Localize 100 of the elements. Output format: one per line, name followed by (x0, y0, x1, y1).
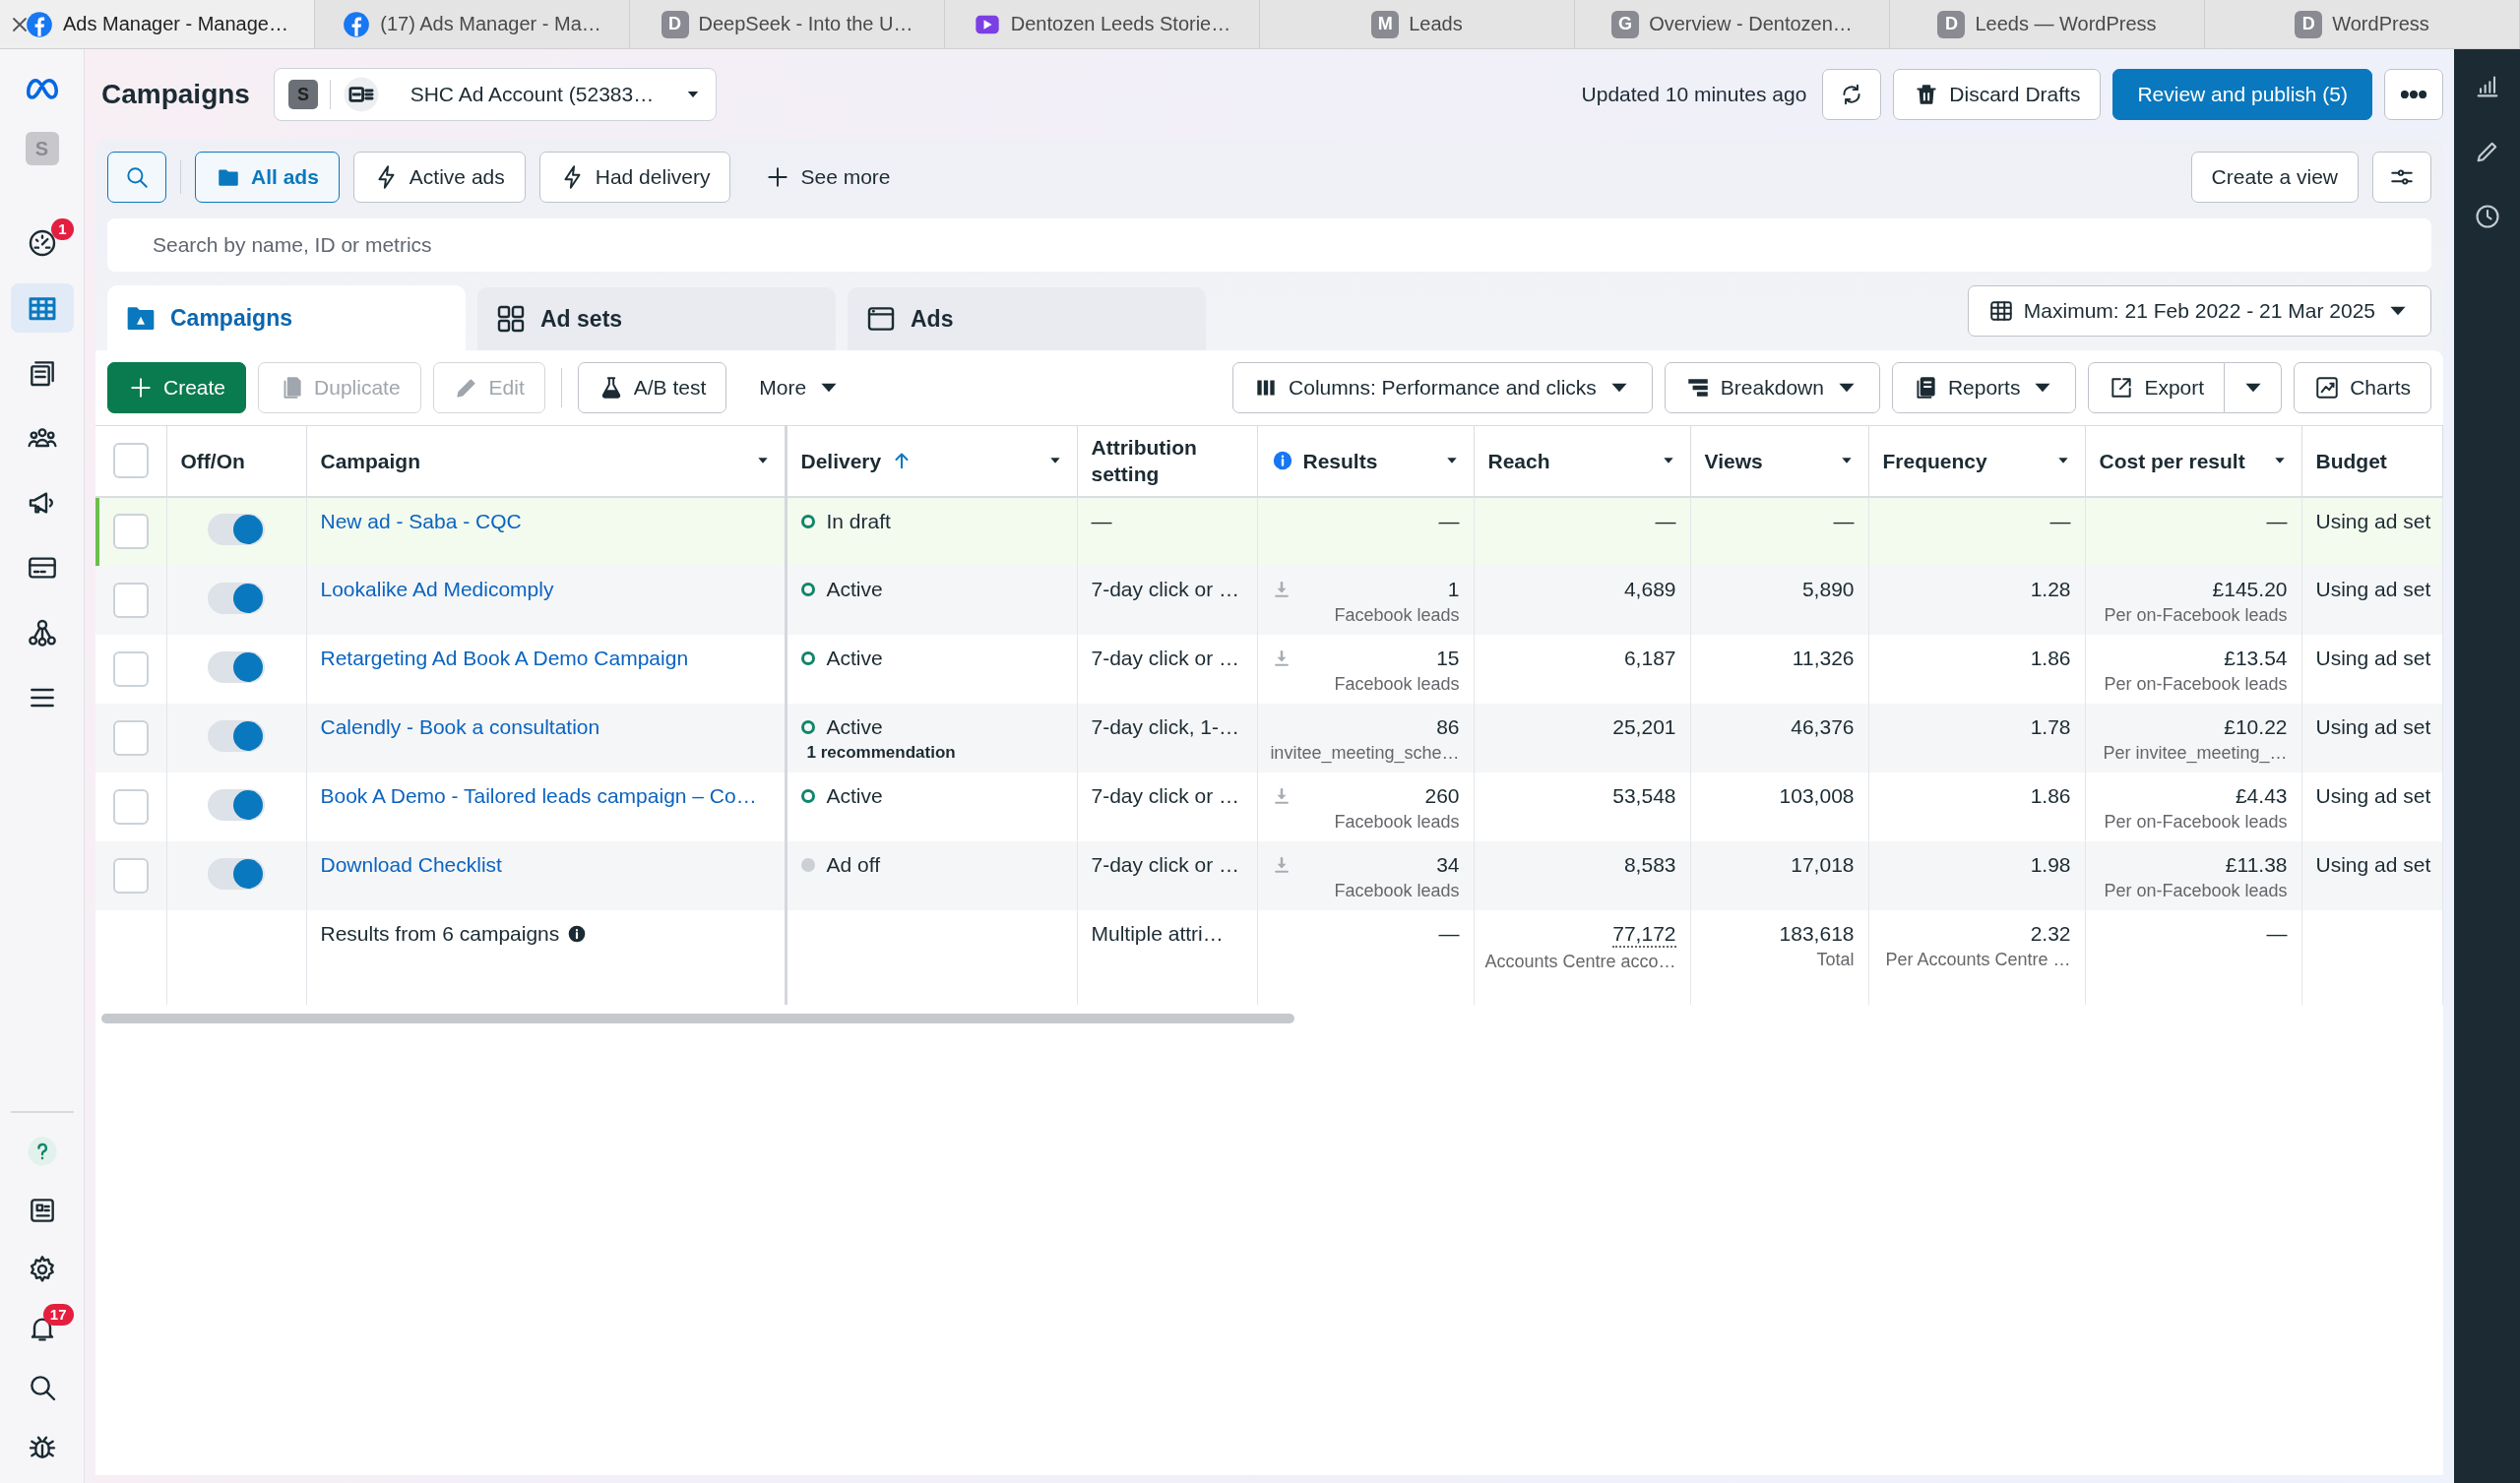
discard-button[interactable]: Discard Drafts (1893, 69, 2102, 120)
toggle-switch[interactable] (208, 514, 265, 545)
filter-settings-button[interactable] (2372, 152, 2431, 203)
cost-note: Per invitee_meeting_… (2103, 742, 2288, 764)
scrollbar-thumb[interactable] (101, 1013, 1294, 1023)
table-row[interactable]: Lookalike Ad Medicomply Active 7-day click or … 1 Facebook leads 4,689 5,890 1.28 £145.20 Per on-Facebook leads Using ad set (95, 565, 2443, 635)
account-selector[interactable]: S SHC Ad Account (52383… (273, 68, 717, 121)
checkbox[interactable] (112, 582, 149, 618)
campaign-link[interactable]: New ad - Saba - CQC (320, 509, 522, 532)
level-tab[interactable]: Ads (848, 287, 1206, 350)
cost-note: Per on-Facebook leads (2104, 811, 2288, 833)
cost-value: £4.43 (2235, 783, 2288, 808)
budget-text: Using ad set (2315, 646, 2431, 669)
chart-icon (2314, 375, 2341, 401)
attribution-text: 7-day click or … (1091, 852, 1240, 876)
sidebar-item[interactable]: 1 (10, 218, 74, 268)
results-note: Facebook leads (1334, 604, 1460, 626)
results-value: 1 (1447, 577, 1460, 601)
date-range-button[interactable]: Maximum: 21 Feb 2022 - 21 Mar 2025 (1967, 285, 2431, 337)
frequency-value: 1.78 (2030, 714, 2071, 739)
results-note: Facebook leads (1334, 673, 1460, 695)
cost-value: £10.22 (2224, 714, 2288, 739)
column-header[interactable]: Off/On (180, 447, 245, 474)
table-row[interactable]: Download Checklist Ad off 7-day click or … 34 Facebook leads 8,583 17,018 1.98 £11.38 Per on-Facebook leads Using ad set (95, 840, 2443, 910)
budget-text: Using ad set (2315, 577, 2431, 600)
publish-button[interactable]: Review and publish (5) (2112, 69, 2372, 120)
clock-icon[interactable] (2473, 203, 2501, 230)
browser-tab[interactable]: Ads Manager - Manage… (0, 0, 315, 48)
info-icon[interactable] (567, 923, 588, 944)
cost-note: Per on-Facebook leads (2104, 673, 2288, 695)
column-header[interactable]: Results (1302, 447, 1378, 474)
refresh-button[interactable] (1822, 69, 1882, 120)
search-field[interactable]: Search by name, ID or metrics (107, 218, 2431, 272)
delivery-status: In draft (826, 509, 891, 533)
results-value: 34 (1436, 852, 1460, 877)
help-icon (26, 1136, 58, 1167)
attribution-text: 7-day click or … (1091, 577, 1240, 600)
campaign-link[interactable]: Download Checklist (320, 852, 502, 876)
reach-value: 25,201 (1612, 714, 1676, 739)
toggle-switch[interactable] (208, 582, 265, 614)
campaign-link[interactable]: Book A Demo - Tailored leads campaign – Co… (320, 783, 757, 807)
ab-test-button[interactable]: A/B test (577, 362, 727, 413)
toggle-switch[interactable] (208, 650, 265, 683)
cost-value: £11.38 (2225, 852, 2288, 877)
reach-value: 77,172 (1612, 921, 1676, 948)
favicon-letter: D (2295, 10, 2323, 38)
campaign-link[interactable]: Retargeting Ad Book A Demo Campaign (320, 646, 689, 669)
create-button[interactable]: Create (107, 362, 247, 413)
cost-value: — (2266, 509, 2288, 533)
toggle-switch[interactable] (208, 857, 265, 890)
checkbox[interactable] (112, 788, 149, 825)
views-value: 46,376 (1791, 714, 1855, 739)
checkbox[interactable] (112, 650, 149, 687)
views-value: 183,618 (1779, 921, 1855, 946)
reports-button[interactable]: Reports (1891, 362, 2077, 413)
see-more-button[interactable]: See more (744, 152, 912, 203)
column-header[interactable]: Campaign (320, 447, 420, 474)
checkbox[interactable] (112, 443, 149, 479)
filter-button[interactable]: All ads (195, 152, 340, 203)
checkbox[interactable] (112, 719, 149, 756)
recommendation-note[interactable]: 1 recommendation (806, 742, 1063, 763)
favicon-letter: D (1937, 10, 1966, 38)
level-tab[interactable]: Campaigns (107, 285, 466, 350)
sidebar-item[interactable]: 17 (10, 1304, 74, 1353)
breakdown-button[interactable]: Breakdown (1664, 362, 1880, 413)
frequency-value: 2.32 (2030, 921, 2071, 946)
results-value: 15 (1436, 646, 1460, 670)
column-header[interactable]: Budget (2315, 447, 2387, 474)
export-button[interactable]: Export (2088, 362, 2226, 413)
column-header[interactable]: Views (1704, 447, 1763, 474)
views-value: 103,008 (1779, 783, 1855, 808)
filter-button[interactable]: Had delivery (538, 152, 731, 203)
checkbox[interactable] (112, 857, 149, 894)
toggle-switch[interactable] (208, 788, 265, 821)
cost-value: £145.20 (2212, 577, 2288, 601)
column-header[interactable]: Frequency (1882, 447, 1987, 474)
column-header[interactable]: Reach (1487, 447, 1550, 474)
create-view-button[interactable]: Create a view (2190, 152, 2359, 203)
checkbox[interactable] (112, 514, 149, 549)
charts-button[interactable]: Charts (2294, 362, 2431, 413)
level-tab[interactable]: Ad sets (477, 287, 836, 350)
toggle-switch[interactable] (208, 719, 265, 752)
table-row[interactable]: Calendly - Book a consultation Active 1 recommendation 7-day click, 1-… 86 invitee_meeting_sche… 25,201 46,376 1.78 £10.22 Per invitee_meeting_… Using ad set (95, 703, 2443, 772)
network-icon (26, 617, 58, 649)
favicon-letter: M (1371, 10, 1400, 38)
favicon-letter: D (661, 10, 689, 38)
campaign-link[interactable]: Calendly - Book a consultation (320, 714, 600, 738)
campaign-link[interactable]: Lookalike Ad Medicomply (320, 577, 554, 600)
columns-button[interactable]: Columns: Performance and clicks (1232, 362, 1653, 413)
facebook-icon (26, 10, 53, 38)
export-menu-button[interactable] (2225, 362, 2283, 413)
results-note: invitee_meeting_sche… (1270, 742, 1460, 764)
attribution-text: 7-day click or … (1091, 646, 1240, 669)
filter-button[interactable]: Active ads (352, 152, 526, 203)
table-row[interactable]: New ad - Saba - CQC In draft — — — — — — Using ad set (95, 496, 2443, 566)
more-button[interactable] (2384, 69, 2443, 120)
column-header[interactable]: Delivery (800, 447, 882, 474)
search-button[interactable] (107, 152, 166, 203)
views-value: 17,018 (1791, 852, 1855, 877)
more-menu-button[interactable]: More (738, 362, 863, 413)
